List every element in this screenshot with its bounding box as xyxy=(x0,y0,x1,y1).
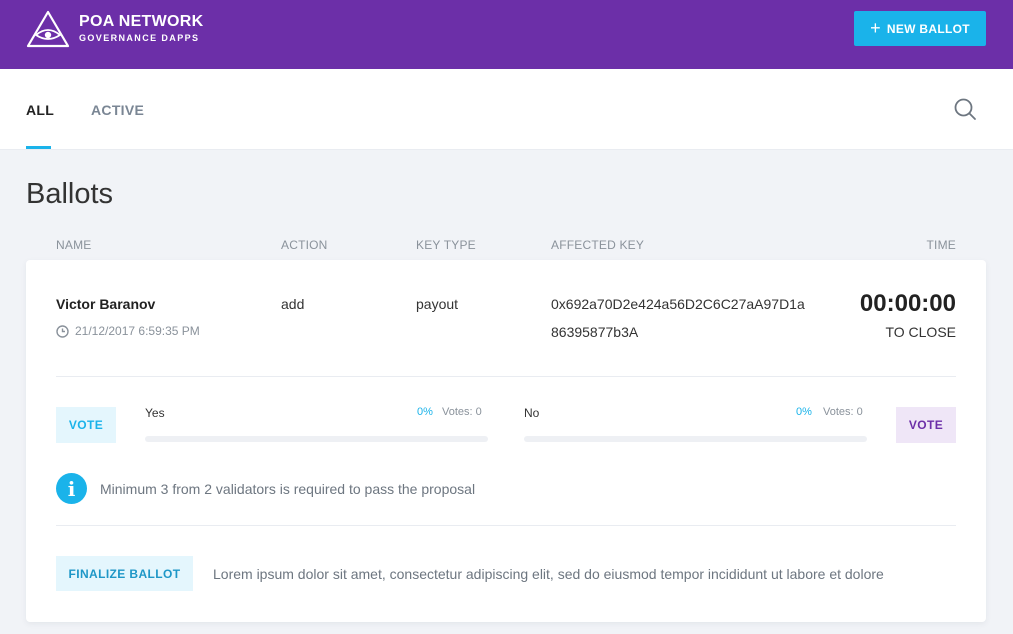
yes-percent: 0% xyxy=(417,406,433,418)
ballot-description: Lorem ipsum dolor sit amet, consectetur … xyxy=(213,566,884,582)
column-header-action: ACTION xyxy=(281,238,328,252)
yes-option-label: Yes xyxy=(145,406,165,420)
search-icon[interactable] xyxy=(953,97,977,121)
info-icon: i xyxy=(56,473,87,504)
column-header-key-type: KEY TYPE xyxy=(416,238,476,252)
vote-no-button[interactable]: VOTE xyxy=(896,407,956,443)
new-ballot-button[interactable]: + NEW BALLOT xyxy=(854,11,986,46)
ballot-date: 21/12/2017 6:59:35 PM xyxy=(56,324,200,338)
affected-key-line-1: 0x692a70D2e424a56D2C6C27aA97D1a xyxy=(551,296,805,312)
tab-all[interactable]: ALL xyxy=(26,102,54,118)
info-message: Minimum 3 from 2 validators is required … xyxy=(100,481,476,497)
ballot-date-text: 21/12/2017 6:59:35 PM xyxy=(75,324,200,338)
page-title: Ballots xyxy=(26,178,114,210)
yes-progress-bar xyxy=(145,436,488,442)
active-tab-indicator xyxy=(26,146,51,149)
no-votes-count: Votes: 0 xyxy=(823,406,863,418)
column-header-affected-key: AFFECTED KEY xyxy=(551,238,645,252)
affected-key-line-2: 86395877b3A xyxy=(551,324,639,340)
plus-icon: + xyxy=(870,17,881,38)
brand-subtitle: GOVERNANCE DAPPS xyxy=(79,33,200,43)
ballot-card: Victor Baranov 21/12/2017 6:59:35 PM add… xyxy=(26,260,986,622)
clock-icon xyxy=(56,324,69,338)
tabs-bar: ALL ACTIVE xyxy=(0,69,1013,150)
ballot-creator-name: Victor Baranov xyxy=(56,296,156,312)
column-header-name: NAME xyxy=(56,238,92,252)
yes-votes-count: Votes: 0 xyxy=(442,406,482,418)
column-header-time: TIME xyxy=(926,238,956,252)
ballot-action: add xyxy=(281,296,305,312)
brand-title: POA NETWORK xyxy=(79,13,204,30)
card-divider xyxy=(56,525,956,526)
timer-label: TO CLOSE xyxy=(885,324,956,340)
finalize-ballot-button[interactable]: FINALIZE BALLOT xyxy=(56,556,193,591)
no-progress-bar xyxy=(524,436,867,442)
new-ballot-label: NEW BALLOT xyxy=(886,21,970,36)
vote-yes-button[interactable]: VOTE xyxy=(56,407,116,443)
no-percent: 0% xyxy=(796,406,812,418)
ballot-key-type: payout xyxy=(416,296,459,312)
ballot-timer: 00:00:00 xyxy=(859,290,956,317)
app-header: POA NETWORK GOVERNANCE DAPPS + NEW BALLO… xyxy=(0,0,1013,69)
card-divider xyxy=(56,376,956,377)
tab-active[interactable]: ACTIVE xyxy=(91,102,144,118)
poa-logo-icon[interactable] xyxy=(26,10,70,48)
no-option-label: No xyxy=(524,406,540,420)
